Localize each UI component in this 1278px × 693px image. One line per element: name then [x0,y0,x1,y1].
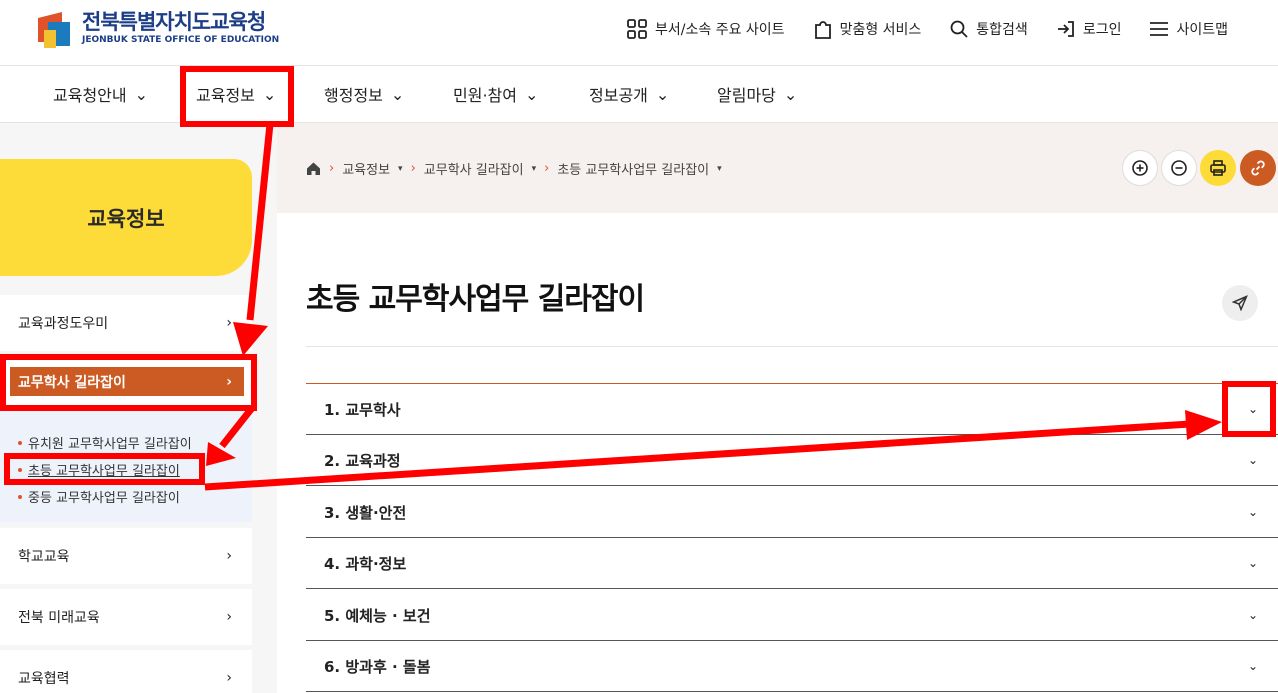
annotation-arrow-2-head [206,442,236,466]
annotation-arrow-2 [219,405,255,449]
annotation-arrow-1-head [233,322,268,356]
annotation-arrow-3 [204,420,1191,491]
annotation-arrow-1 [246,123,274,321]
annotation-arrow-3-head [1185,410,1222,440]
page: 전북특별자치도교육청 JEONBUK STATE OFFICE OF EDUCA… [0,0,1278,693]
annotation-arrows [204,123,1222,491]
